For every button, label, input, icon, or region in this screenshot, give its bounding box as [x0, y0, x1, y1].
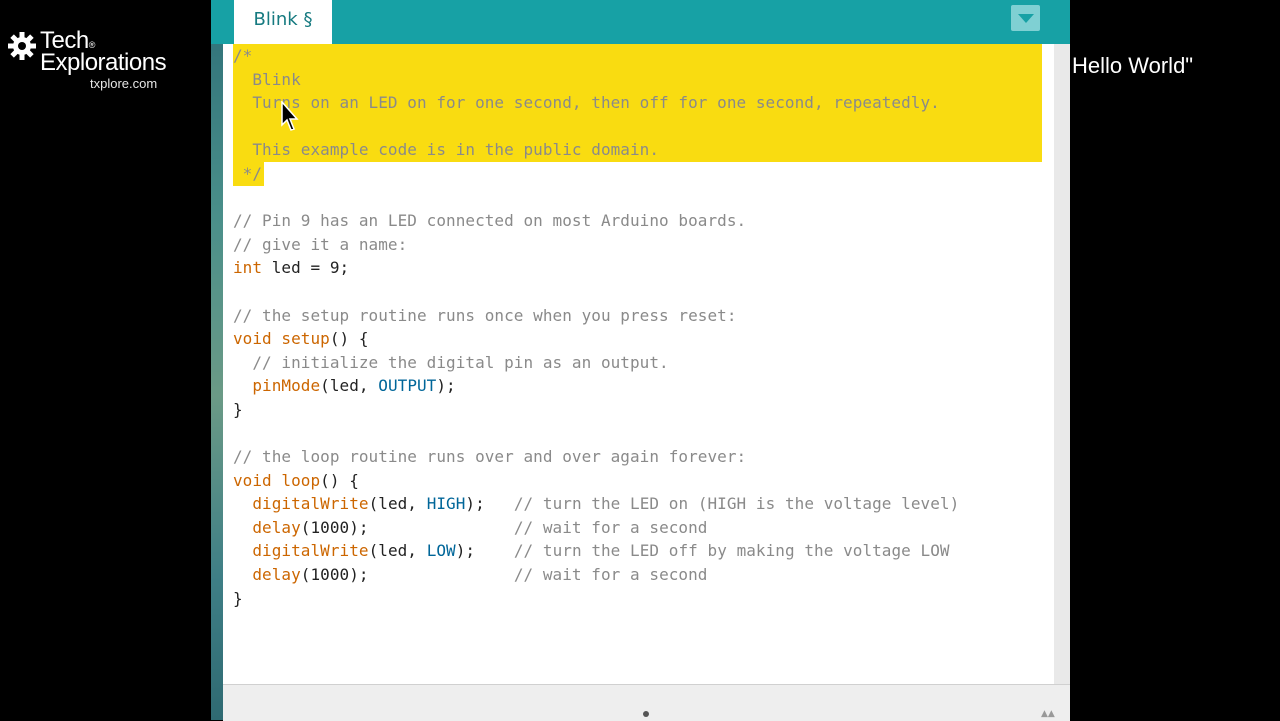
gear-icon [8, 32, 36, 60]
code-token: OUTPUT [378, 376, 437, 396]
code-line: ​ [233, 186, 959, 210]
scroll-arrows-icon[interactable]: ▲▲ [1041, 709, 1055, 719]
arduino-ide-window: Blink § /* Blink Turns on an LED on for … [211, 0, 1070, 721]
code-token: ); [436, 376, 456, 396]
code-line: ​ [233, 422, 959, 446]
code-token: // wait for a second [513, 517, 708, 537]
code-token: void [233, 470, 272, 490]
code-token: This example code is in the public domai… [233, 140, 660, 160]
code-token: delay [252, 565, 301, 585]
code-token: (led, [368, 494, 427, 514]
code-token: ); [465, 494, 514, 514]
code-token: digitalWrite [252, 494, 369, 514]
code-token: HIGH [426, 494, 466, 514]
code-token: // the loop routine runs over and over a… [233, 447, 747, 467]
code-token: led = 9; [262, 258, 350, 278]
code-editor[interactable]: /* Blink Turns on an LED on for one seco… [223, 44, 1054, 684]
code-line: void loop() { [233, 469, 959, 493]
code-token: () { [320, 470, 359, 490]
code-line: } [233, 587, 959, 611]
code-line: } [233, 398, 959, 422]
code-token: // Pin 9 has an LED connected on most Ar… [233, 211, 747, 231]
code-token: LOW [426, 541, 456, 561]
code-line: pinMode(led, OUTPUT); [233, 374, 959, 398]
code-line: delay(1000); // wait for a second [233, 516, 959, 540]
code-line: digitalWrite(led, HIGH); // turn the LED… [233, 492, 959, 516]
code-line: Blink [233, 68, 959, 92]
code-line: // initialize the digital pin as an outp… [233, 351, 959, 375]
code-lines: /* Blink Turns on an LED on for one seco… [233, 44, 959, 610]
code-token: // initialize the digital pin as an outp… [233, 352, 669, 372]
code-line: ​ [233, 280, 959, 304]
code-line: // give it a name: [233, 233, 959, 257]
code-token: pinMode [252, 376, 321, 396]
code-token: setup [281, 329, 330, 349]
tab-blink[interactable]: Blink § [234, 0, 332, 44]
code-token: ); [455, 541, 514, 561]
code-token: void [233, 329, 272, 349]
code-token: digitalWrite [252, 541, 369, 561]
tech-explorations-logo: Tech® Explorations txplore.com [6, 28, 196, 98]
code-token: (1000); [300, 517, 514, 537]
code-token: Blink [233, 69, 301, 89]
code-line: delay(1000); // wait for a second [233, 563, 959, 587]
code-token: // turn the LED on (HIGH is the voltage … [513, 494, 960, 514]
code-token: Turns on an LED on for one second, then … [233, 93, 940, 113]
code-token: // turn the LED off by making the voltag… [513, 541, 950, 561]
logo-url: txplore.com [90, 76, 158, 91]
code-line: This example code is in the public domai… [233, 138, 959, 162]
code-line: int led = 9; [233, 256, 959, 280]
code-line: // the setup routine runs once when you … [233, 304, 959, 328]
side-title: Hello World" [1072, 53, 1194, 78]
vertical-scrollbar[interactable] [1054, 44, 1070, 684]
logo-line-2: Explorations [40, 49, 167, 76]
code-line: */ [233, 162, 959, 186]
code-token: (led, [368, 541, 427, 561]
mouse-pointer-icon [281, 101, 299, 131]
code-token: } [233, 399, 243, 419]
code-line: void setup() { [233, 327, 959, 351]
code-token: // give it a name: [233, 234, 408, 254]
code-token: delay [252, 517, 301, 537]
code-token: (led, [320, 376, 379, 396]
code-line: Turns on an LED on for one second, then … [233, 91, 959, 115]
code-line: digitalWrite(led, LOW); // turn the LED … [233, 539, 959, 563]
code-line: ​ [233, 115, 959, 139]
code-token: } [233, 588, 243, 608]
code-token: () { [329, 329, 369, 349]
resize-handle[interactable] [643, 711, 649, 717]
code-token: loop [281, 470, 321, 490]
tab-bar: Blink § [211, 0, 1070, 44]
code-line: /* [233, 44, 959, 68]
code-token: int [233, 258, 263, 278]
code-line: // the loop routine runs over and over a… [233, 445, 959, 469]
editor-status-bar: ▲▲ [223, 684, 1070, 721]
code-token: // wait for a second [513, 565, 708, 585]
code-token: /* [233, 46, 253, 65]
tab-menu-dropdown-button[interactable] [1011, 5, 1040, 31]
code-token: // the setup routine runs once when you … [233, 305, 737, 325]
code-token: */ [233, 163, 263, 183]
code-line: // Pin 9 has an LED connected on most Ar… [233, 209, 959, 233]
code-token: (1000); [300, 565, 514, 585]
